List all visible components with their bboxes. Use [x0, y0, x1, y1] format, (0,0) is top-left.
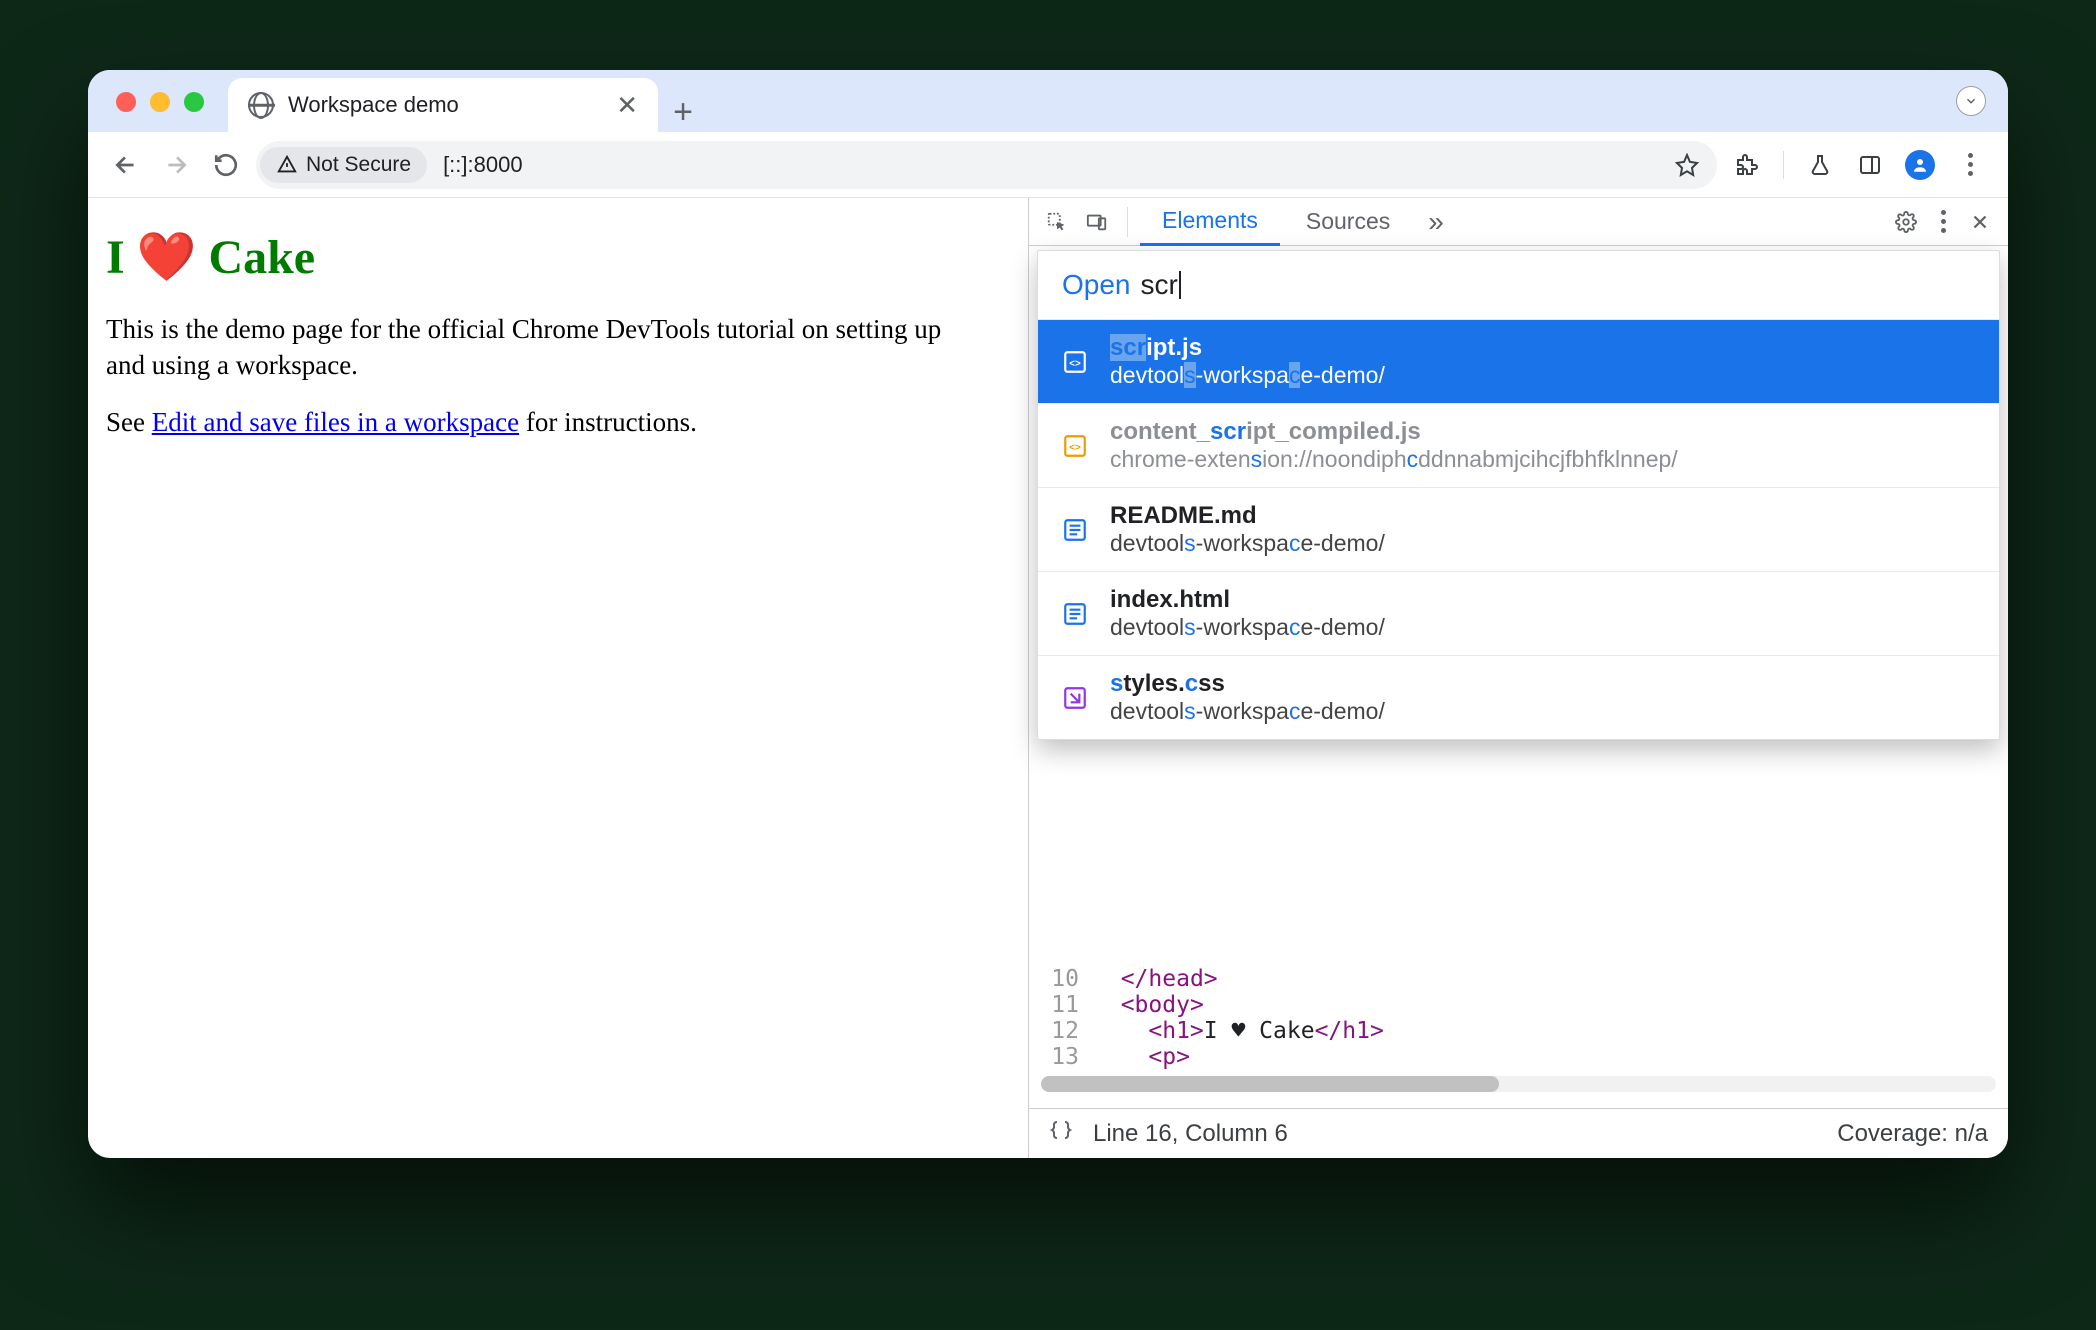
separator	[1127, 207, 1128, 237]
url-text: [::]:8000	[429, 152, 523, 178]
close-window-button[interactable]	[116, 92, 136, 112]
minimize-window-button[interactable]	[150, 92, 170, 112]
result-path: devtools-workspace-demo/	[1110, 614, 1385, 641]
result-filename: styles.css	[1110, 670, 1385, 698]
side-panel-icon[interactable]	[1850, 145, 1890, 185]
page-paragraph-2: See Edit and save files in a workspace f…	[106, 404, 986, 440]
result-filename: index.html	[1110, 586, 1385, 614]
device-toolbar-icon[interactable]	[1079, 204, 1115, 240]
code-line[interactable]: 13 <p>	[1035, 1044, 2008, 1070]
page-paragraph-1: This is the demo page for the official C…	[106, 311, 986, 384]
pretty-print-icon[interactable]	[1049, 1118, 1073, 1149]
horizontal-scrollbar[interactable]	[1041, 1076, 1996, 1092]
coverage-label: Coverage: n/a	[1837, 1120, 1988, 1148]
page-heading: I ❤️ Cake	[106, 228, 1018, 285]
devtools-tabbar: Elements Sources »	[1029, 198, 2008, 246]
status-bar: Line 16, Column 6 Coverage: n/a	[1029, 1108, 2008, 1158]
toolbar: Not Secure [::]:8000	[88, 132, 2008, 198]
tab-sources[interactable]: Sources	[1284, 198, 1412, 245]
file-type-icon	[1060, 599, 1090, 629]
security-label: Not Secure	[306, 153, 411, 177]
content-split: I ❤️ Cake This is the demo page for the …	[88, 198, 2008, 1158]
result-path: chrome-extension://noondiphcddnnabmjcihc…	[1110, 446, 1678, 473]
inspect-element-icon[interactable]	[1039, 204, 1075, 240]
result-item[interactable]: README.mddevtools-workspace-demo/	[1038, 487, 1999, 571]
svg-text:<>: <>	[1069, 442, 1081, 453]
traffic-lights	[116, 92, 204, 112]
close-tab-button[interactable]: ✕	[616, 90, 638, 121]
open-file-input[interactable]: scr	[1141, 269, 1178, 301]
chevron-down-icon[interactable]	[1956, 86, 1986, 116]
svg-text:<>: <>	[1069, 358, 1081, 369]
maximize-window-button[interactable]	[184, 92, 204, 112]
file-type-icon: <>	[1060, 347, 1090, 377]
avatar-icon	[1905, 150, 1935, 180]
labs-flask-icon[interactable]	[1800, 145, 1840, 185]
page-viewport: I ❤️ Cake This is the demo page for the …	[88, 198, 1028, 1158]
more-tabs-button[interactable]: »	[1416, 198, 1456, 245]
settings-gear-icon[interactable]	[1888, 204, 1924, 240]
browser-tab[interactable]: Workspace demo ✕	[228, 78, 658, 132]
code-line[interactable]: 11 <body>	[1035, 992, 2008, 1018]
result-item[interactable]: index.htmldevtools-workspace-demo/	[1038, 571, 1999, 655]
bookmark-star-icon[interactable]	[1667, 145, 1707, 185]
separator	[1783, 151, 1784, 179]
reload-button[interactable]	[206, 145, 246, 185]
file-type-icon	[1060, 683, 1090, 713]
result-filename: content_script_compiled.js	[1110, 418, 1678, 446]
result-path: devtools-workspace-demo/	[1110, 698, 1385, 725]
extensions-icon[interactable]	[1727, 145, 1767, 185]
close-devtools-button[interactable]	[1962, 204, 1998, 240]
result-item[interactable]: <> content_script_compiled.jschrome-exten…	[1038, 403, 1999, 487]
profile-button[interactable]	[1900, 145, 1940, 185]
code-line[interactable]: 10 </head>	[1035, 966, 2008, 992]
tab-title: Workspace demo	[288, 92, 602, 118]
open-file-input-row[interactable]: Open scr	[1038, 251, 1999, 319]
back-button[interactable]	[106, 145, 146, 185]
result-filename: script.js	[1110, 334, 1385, 362]
titlebar: Workspace demo ✕ +	[88, 70, 2008, 132]
cursor-position: Line 16, Column 6	[1093, 1120, 1288, 1148]
result-item[interactable]: styles.cssdevtools-workspace-demo/	[1038, 655, 1999, 739]
scrollbar-thumb[interactable]	[1041, 1076, 1499, 1092]
open-label: Open	[1062, 269, 1131, 301]
line-number: 11	[1035, 992, 1093, 1018]
globe-icon	[248, 92, 274, 118]
result-path: devtools-workspace-demo/	[1110, 362, 1385, 389]
devtools-menu-button[interactable]	[1928, 210, 1958, 233]
result-filename: README.md	[1110, 502, 1385, 530]
result-path: devtools-workspace-demo/	[1110, 530, 1385, 557]
line-number: 12	[1035, 1018, 1093, 1044]
omnibox[interactable]: Not Secure [::]:8000	[256, 141, 1717, 189]
security-chip[interactable]: Not Secure	[260, 147, 427, 183]
result-item[interactable]: <> script.jsdevtools-workspace-demo/	[1038, 319, 1999, 403]
line-number: 13	[1035, 1044, 1093, 1070]
open-file-popover: Open scr <>script.jsdevtools-workspace-d…	[1037, 250, 2000, 740]
devtools-panel: Elements Sources » 10 </head>11 <body>12…	[1028, 198, 2008, 1158]
new-tab-button[interactable]: +	[658, 93, 708, 132]
forward-button[interactable]	[156, 145, 196, 185]
browser-window: Workspace demo ✕ + Not Secure [::]:8000	[88, 70, 2008, 1158]
code-line[interactable]: 12 <h1>I ♥ Cake</h1>	[1035, 1018, 2008, 1044]
file-type-icon: <>	[1060, 431, 1090, 461]
results-list: <>script.jsdevtools-workspace-demo/<>con…	[1038, 319, 1999, 739]
chrome-menu-button[interactable]	[1950, 153, 1990, 176]
line-number: 10	[1035, 966, 1093, 992]
tutorial-link[interactable]: Edit and save files in a workspace	[152, 407, 519, 437]
file-type-icon	[1060, 515, 1090, 545]
tab-elements[interactable]: Elements	[1140, 199, 1280, 246]
